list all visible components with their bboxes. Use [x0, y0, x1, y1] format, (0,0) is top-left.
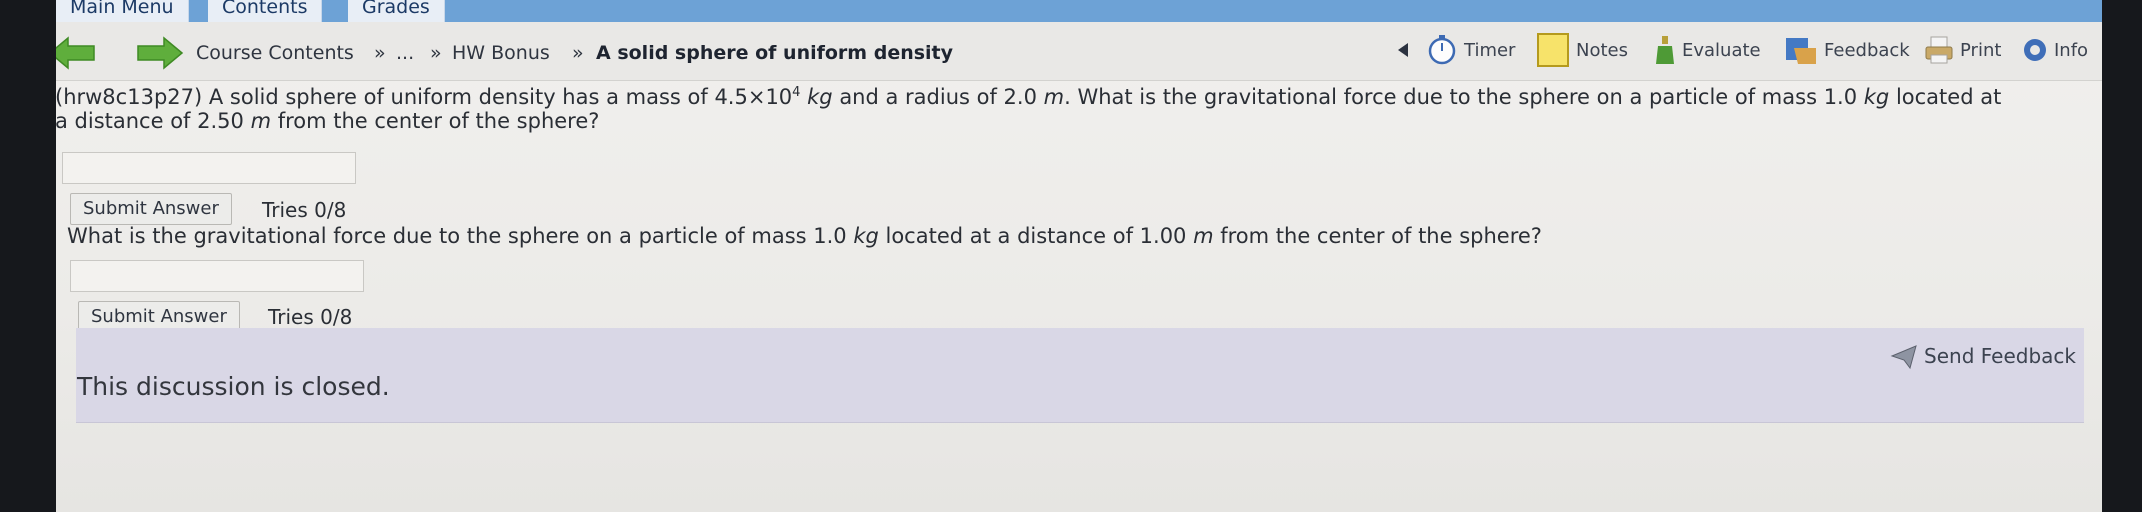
- timer-icon: [1428, 35, 1456, 65]
- tab-contents[interactable]: Contents: [208, 0, 323, 22]
- breadcrumb-hw-bonus[interactable]: HW Bonus: [452, 42, 550, 64]
- breadcrumb-separator: »: [430, 42, 442, 64]
- breadcrumb-course-contents[interactable]: Course Contents: [196, 42, 354, 64]
- back-arrow-icon[interactable]: [56, 36, 98, 70]
- info-label: Info: [2054, 39, 2089, 61]
- forward-arrow-icon[interactable]: [134, 36, 184, 70]
- feedback-button[interactable]: Feedback: [1784, 30, 1910, 70]
- collapse-tools-icon[interactable]: [1396, 30, 1410, 70]
- evaluate-icon: [1656, 36, 1674, 64]
- notes-icon: [1537, 33, 1569, 67]
- breadcrumb-ellipsis[interactable]: ...: [396, 42, 414, 64]
- tab-main-menu[interactable]: Main Menu: [56, 0, 189, 22]
- send-feedback-link[interactable]: Send Feedback: [1888, 340, 2076, 372]
- tab-grades[interactable]: Grades: [348, 0, 445, 22]
- question-2-text: What is the gravitational force due to t…: [67, 224, 1542, 248]
- question-1-text-line2: a distance of 2.50 m from the center of …: [56, 109, 600, 133]
- evaluate-label: Evaluate: [1682, 39, 1761, 61]
- tries-counter-1: Tries 0/8: [262, 198, 347, 222]
- send-feedback-icon: [1890, 345, 1917, 370]
- info-icon: [2024, 39, 2046, 61]
- print-icon: [1925, 36, 1953, 64]
- print-button[interactable]: Print: [1924, 30, 2001, 70]
- evaluate-button[interactable]: Evaluate: [1654, 30, 1761, 70]
- timer-label: Timer: [1464, 39, 1516, 61]
- info-button[interactable]: Info: [2022, 30, 2088, 70]
- notes-label: Notes: [1576, 39, 1628, 61]
- monitor-bezel-right: [2098, 0, 2142, 512]
- monitor-bezel-left: [0, 0, 62, 512]
- print-label: Print: [1960, 39, 2002, 61]
- question-1-text: (hrw8c13p27) A solid sphere of uniform d…: [56, 85, 2002, 109]
- discussion-panel: This discussion is closed. Send Feedback: [76, 328, 2084, 423]
- timer-button[interactable]: Timer: [1426, 30, 1515, 70]
- notes-button[interactable]: Notes: [1536, 30, 1628, 70]
- browser-page: Main Menu Contents Grades Course Content…: [56, 0, 2102, 512]
- tries-counter-2: Tries 0/8: [268, 305, 353, 329]
- answer-input-1[interactable]: [62, 152, 356, 184]
- feedback-icon: [1786, 38, 1816, 64]
- send-feedback-label: Send Feedback: [1924, 344, 2076, 368]
- breadcrumb-current-problem: A solid sphere of uniform density: [596, 42, 954, 64]
- navigation-toolbar: Course Contents » ... » HW Bonus » A sol…: [56, 22, 2102, 81]
- main-menu-bar: Main Menu Contents Grades: [56, 0, 2102, 22]
- breadcrumb-separator: »: [572, 42, 584, 64]
- feedback-label: Feedback: [1824, 39, 1910, 61]
- answer-input-2[interactable]: [70, 260, 364, 292]
- breadcrumb-separator: »: [374, 42, 386, 64]
- discussion-closed-message: This discussion is closed.: [77, 372, 390, 401]
- submit-answer-button-1[interactable]: Submit Answer: [70, 193, 232, 225]
